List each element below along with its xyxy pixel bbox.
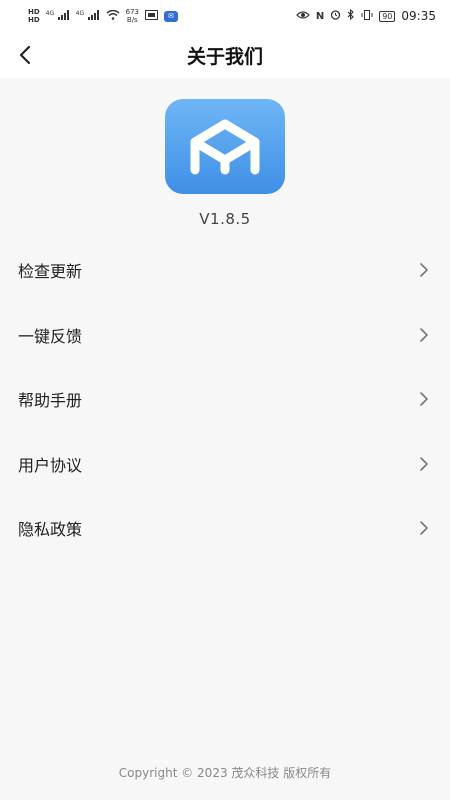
net-speed-unit: B/s [126,16,138,24]
menu-item-label: 一键反馈 [18,326,83,346]
app-notification-icon: ✉ [163,10,178,22]
status-time: 09:35 [401,9,436,23]
chevron-right-icon [418,520,430,536]
cast-icon [144,9,158,23]
chevron-right-icon [418,391,430,407]
signal1-label: 4G [45,9,55,17]
sim1-label: HD [28,8,40,16]
app-logo [165,99,285,194]
chevron-right-icon [418,327,430,343]
chevron-right-icon [418,456,430,472]
battery-icon: 90 [379,10,396,22]
nav-bar: 关于我们 [0,32,450,78]
menu-item-user-agreement[interactable]: 用户协议 [0,432,450,497]
status-bar-left: HD HD 4G 4G 673 B/s ✉ [28,8,178,24]
copyright-text: Copyright © 2023 茂众科技 版权所有 [118,766,332,780]
menu-item-label: 帮助手册 [18,391,83,411]
menu-list: 检查更新 一键反馈 帮助手册 用户协议 隐私政策 [0,238,450,561]
eye-icon [295,10,310,23]
net-speed-value: 673 [125,8,139,16]
network-speed: 673 B/s [126,8,139,24]
menu-item-label: 隐私政策 [18,520,83,540]
status-bar: HD HD 4G 4G 673 B/s ✉ N 90 09:35 [0,0,450,32]
battery-level: 90 [382,11,393,21]
alarm-icon [330,9,341,23]
menu-item-help-manual[interactable]: 帮助手册 [0,367,450,432]
page-title: 关于我们 [186,46,263,68]
menu-item-check-update[interactable]: 检查更新 [0,238,450,303]
menu-item-privacy-policy[interactable]: 隐私政策 [0,496,450,561]
signal-icon: 4G [45,9,70,23]
menu-item-feedback[interactable]: 一键反馈 [0,303,450,368]
bluetooth-icon [347,8,355,23]
menu-item-label: 用户协议 [18,455,83,475]
app-version: V1.8.5 [199,210,251,228]
wifi-icon [106,9,120,23]
app-logo-icon [190,119,260,174]
signal-2-icon: 4G [75,9,100,23]
status-bar-right: N 90 09:35 [295,8,436,23]
chevron-right-icon [418,262,430,278]
menu-item-label: 检查更新 [18,262,83,282]
sim2-label: HD [28,16,40,24]
nfc-icon: N [315,10,325,22]
sim-indicator: HD HD [28,8,40,24]
signal2-label: 4G [75,9,85,17]
vibrate-icon [361,9,373,23]
